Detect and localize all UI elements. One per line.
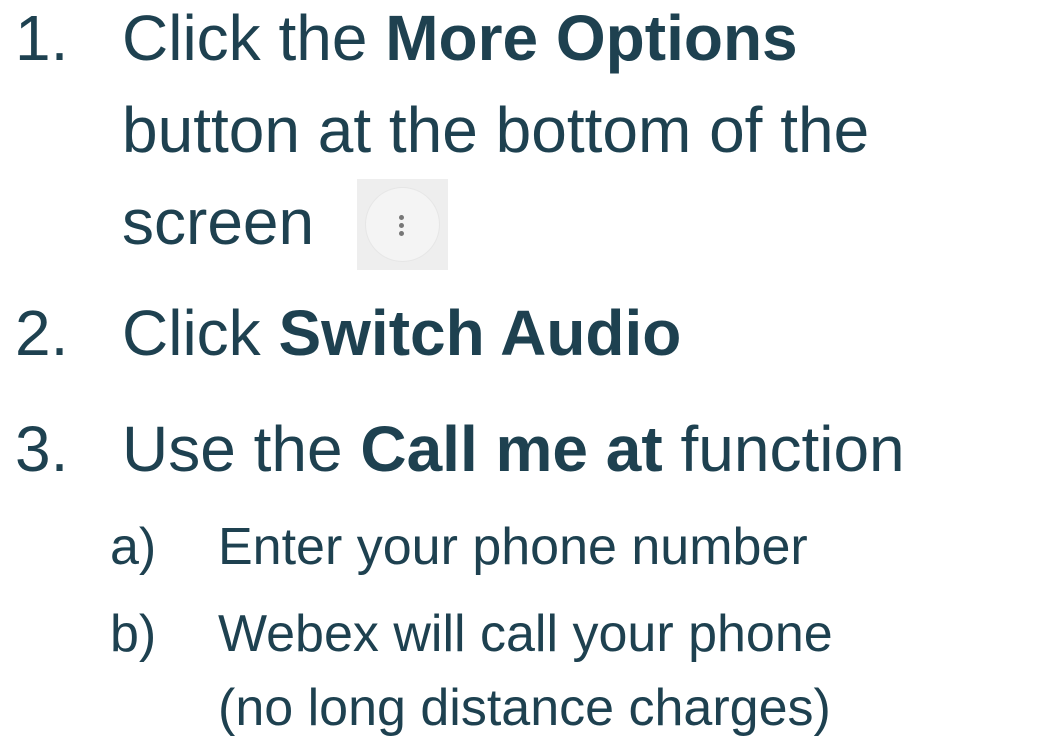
substep-b-text-line-2: (no long distance charges): [218, 679, 831, 737]
substep-b-text: Webex will call your phone: [218, 605, 833, 663]
step-3-bold: Call me at: [360, 413, 663, 485]
step-3-prefix: Use the: [122, 413, 361, 485]
vertical-ellipsis-dot: [399, 223, 404, 228]
step-3-line: Use the Call me at function: [122, 417, 905, 481]
step-2-number: 2.: [15, 297, 69, 369]
step-1-number: 1.: [15, 2, 69, 74]
step-2-bold: Switch Audio: [278, 297, 682, 369]
step-1-line-1: Click the More Options: [122, 6, 798, 70]
vertical-ellipsis-icon: [399, 215, 404, 220]
step-2-prefix: Click: [122, 297, 279, 369]
step-1-prefix: Click the: [122, 2, 386, 74]
substep-a-marker: a): [110, 518, 157, 576]
vertical-ellipsis-dot: [399, 231, 404, 236]
step-1-line-3: screen: [122, 186, 315, 258]
more-options-button: [357, 179, 448, 270]
step-1-line-2: button at the bottom of the: [122, 94, 870, 166]
step-1-bold: More Options: [385, 2, 798, 74]
substep-a-text: Enter your phone number: [218, 518, 808, 576]
step-3-suffix: function: [662, 413, 905, 485]
substep-b-marker: b): [110, 605, 157, 663]
step-2-line: Click Switch Audio: [122, 301, 681, 365]
step-3-number: 3.: [15, 413, 69, 485]
